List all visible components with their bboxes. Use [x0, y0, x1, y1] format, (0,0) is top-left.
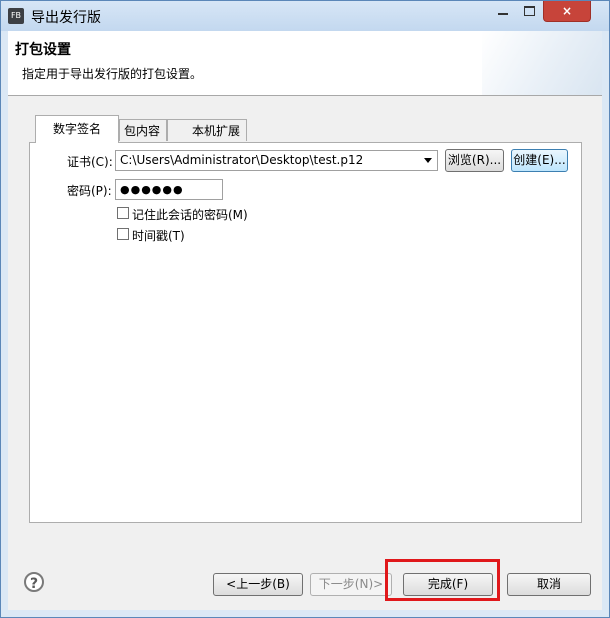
- close-icon[interactable]: ×: [543, 1, 591, 22]
- flash-builder-icon: FB: [8, 8, 24, 24]
- window-title: 导出发行版: [31, 10, 101, 26]
- export-release-dialog: FB 导出发行版 × 打包设置 指定用于导出发行版的打包设置。 数字签名 包内容…: [0, 0, 610, 618]
- remember-password-label[interactable]: 记住此会话的密码(M): [132, 206, 248, 223]
- tab-panel: [29, 142, 582, 523]
- create-button[interactable]: 创建(E)...: [511, 149, 568, 172]
- chevron-down-icon[interactable]: [424, 158, 432, 163]
- next-button[interactable]: 下一步(N)>: [310, 573, 392, 596]
- title-bar[interactable]: FB 导出发行版 ×: [1, 1, 609, 31]
- timestamp-checkbox[interactable]: [117, 228, 129, 240]
- timestamp-label[interactable]: 时间戳(T): [132, 227, 185, 244]
- password-field[interactable]: ●●●●●●: [115, 179, 223, 200]
- minimize-icon[interactable]: [490, 1, 516, 21]
- password-label: 密码(P):: [67, 184, 112, 198]
- cancel-button[interactable]: 取消: [507, 573, 591, 596]
- tab-digital-signature[interactable]: 数字签名: [35, 115, 119, 143]
- certificate-path: C:\Users\Administrator\Desktop\test.p12: [120, 153, 364, 167]
- page-title: 打包设置: [15, 42, 71, 58]
- finish-highlight-box: [385, 559, 500, 601]
- maximize-icon[interactable]: [516, 1, 542, 21]
- back-button[interactable]: <上一步(B): [213, 573, 303, 596]
- help-icon[interactable]: ?: [24, 572, 44, 592]
- certificate-combo[interactable]: C:\Users\Administrator\Desktop\test.p12: [115, 150, 438, 171]
- dialog-content: 打包设置 指定用于导出发行版的打包设置。 数字签名 包内容 本机扩展 证书(C)…: [8, 31, 602, 610]
- browse-button[interactable]: 浏览(R)...: [445, 149, 504, 172]
- page-description: 指定用于导出发行版的打包设置。: [22, 67, 203, 81]
- tab-native-extensions[interactable]: 本机扩展: [167, 119, 247, 141]
- tab-package-contents[interactable]: 包内容: [119, 119, 167, 141]
- remember-password-checkbox[interactable]: [117, 207, 129, 219]
- wizard-header: 打包设置 指定用于导出发行版的打包设置。: [8, 31, 602, 96]
- header-decoration: [482, 31, 602, 95]
- certificate-label: 证书(C):: [67, 155, 113, 169]
